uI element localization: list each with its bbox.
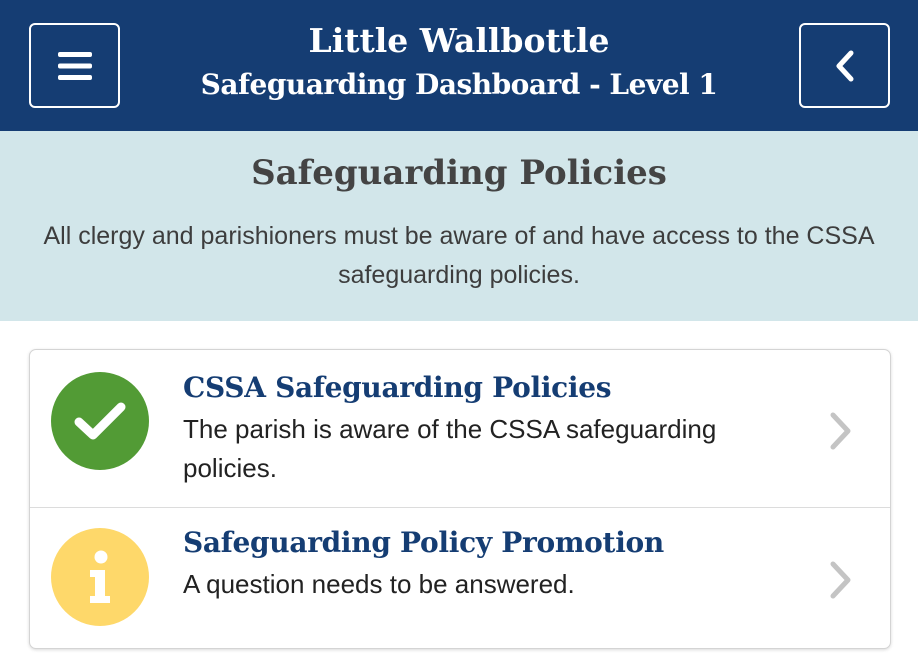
list-item-title: CSSA Safeguarding Policies [183,371,612,404]
status-complete-badge [51,372,149,470]
list-item-description: A question needs to be answered. [183,569,575,599]
menu-button[interactable] [29,23,120,108]
hamburger-menu-icon [57,51,92,80]
checkmark-icon [74,402,126,440]
list-item-policy-promotion[interactable]: Safeguarding Policy Promotion A question… [30,508,890,648]
list-item-content: Safeguarding Policy Promotion A question… [183,521,783,604]
header-titles: Little Wallbottle Safeguarding Dashboard… [130,20,788,108]
chevron-right-icon [830,412,851,450]
requirements-list: CSSA Safeguarding Policies The parish is… [29,349,891,649]
section-title: Safeguarding Policies [251,153,667,193]
list-item-content: CSSA Safeguarding Policies The parish is… [183,366,783,488]
chevron-right-icon [830,561,851,599]
list-item-title: Safeguarding Policy Promotion [183,526,664,559]
intro-panel: Safeguarding Policies All clergy and par… [0,131,918,321]
back-button[interactable] [799,23,890,108]
app-header: Little Wallbottle Safeguarding Dashboard… [0,0,918,131]
chevron-left-icon [836,50,853,81]
list-item-cssa-policies[interactable]: CSSA Safeguarding Policies The parish is… [30,350,890,508]
info-icon [90,550,110,603]
parish-name: Little Wallbottle [308,21,610,60]
dashboard-subtitle: Safeguarding Dashboard - Level 1 [200,68,718,101]
section-description: All clergy and parishioners must be awar… [43,222,875,289]
status-info-badge [51,528,149,626]
list-item-description: The parish is aware of the CSSA safeguar… [183,414,717,483]
